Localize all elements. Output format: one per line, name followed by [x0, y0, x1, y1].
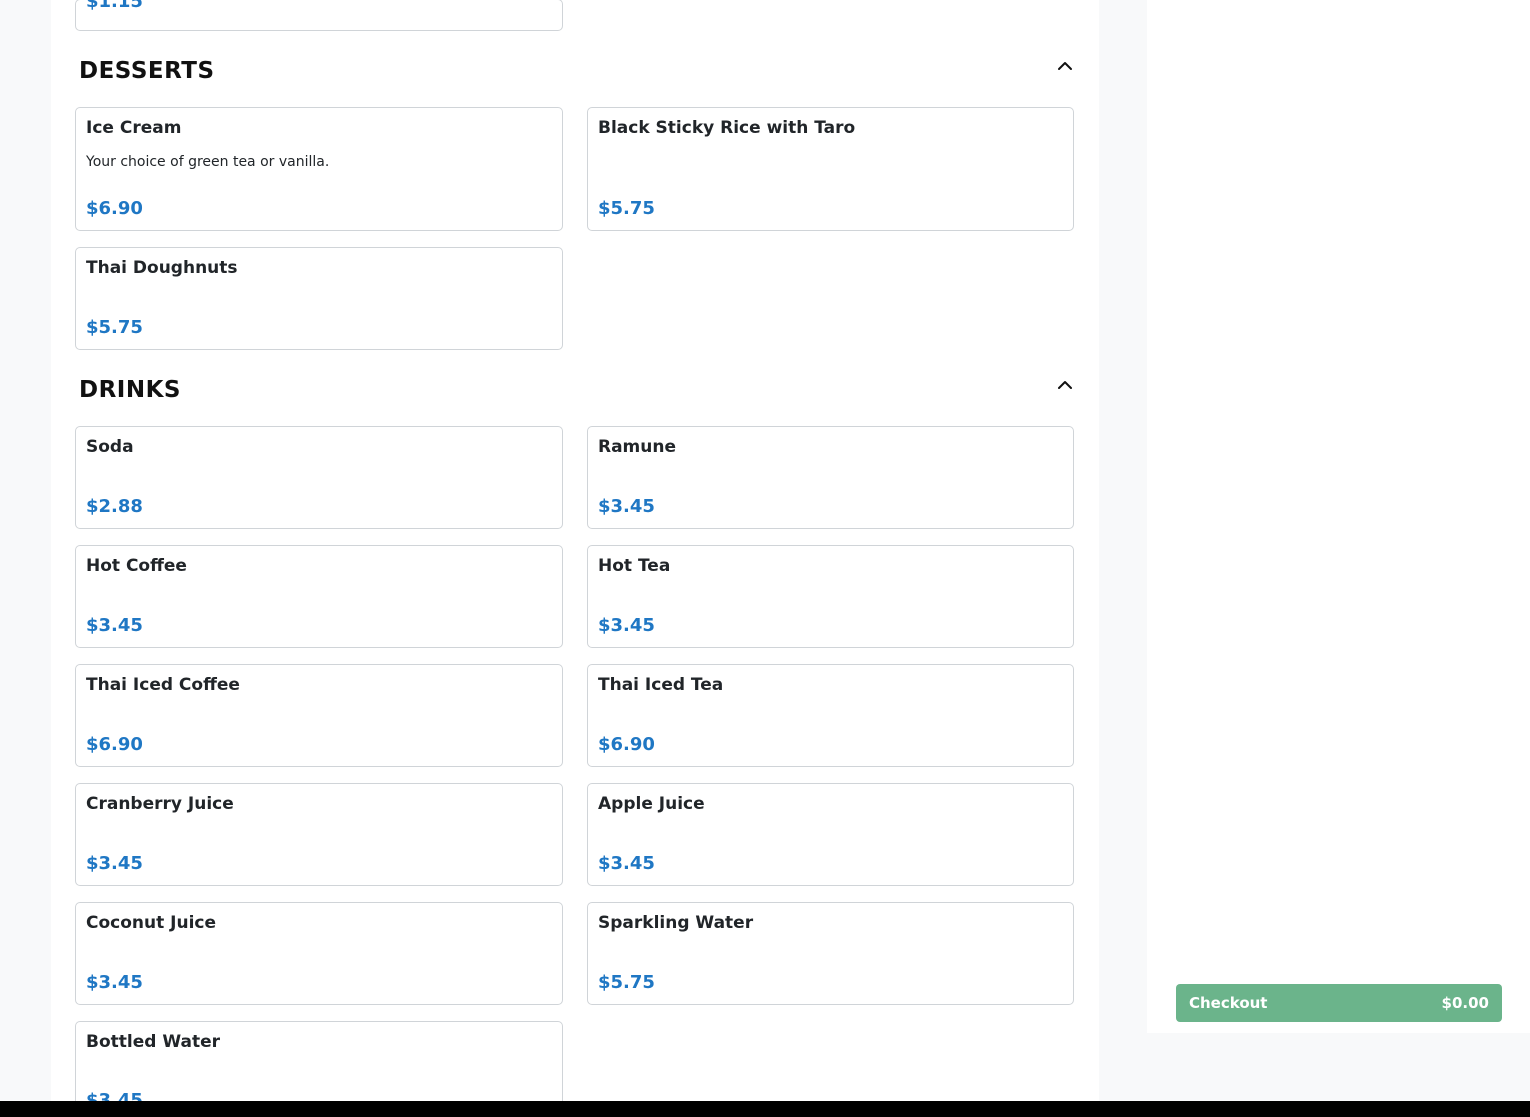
menu-item-name: Thai Iced Tea	[598, 675, 724, 695]
menu-item-name: Hot Coffee	[86, 556, 187, 576]
menu-item-description: Your choice of green tea or vanilla.	[86, 154, 330, 170]
chevron-up-icon[interactable]	[1055, 374, 1075, 394]
cart-total: $0.00	[1441, 994, 1489, 1012]
bottom-bar	[0, 1101, 1530, 1117]
menu-item-price: $1.15	[86, 0, 143, 12]
menu-item-price: $3.45	[598, 496, 655, 517]
menu-item-card[interactable]: Thai Doughnuts $5.75	[75, 247, 563, 350]
menu-item-card[interactable]: Sparkling Water $5.75	[587, 902, 1074, 1005]
menu-item-name: Coconut Juice	[86, 913, 217, 933]
chevron-up-icon[interactable]	[1055, 55, 1075, 75]
section-title-drinks: DRINKS	[79, 377, 181, 403]
menu-item-price: $5.75	[86, 317, 143, 338]
menu-item-card[interactable]: Ramune $3.45	[587, 426, 1074, 529]
menu-item-card[interactable]: Hot Coffee $3.45	[75, 545, 563, 648]
menu-item-name: Soda	[86, 437, 134, 457]
menu-item-name: Ice Cream	[86, 118, 182, 138]
section-title-desserts: DESSERTS	[79, 58, 215, 84]
menu-item-name: Sparkling Water	[598, 913, 754, 933]
menu-item-price: $3.45	[86, 615, 143, 636]
menu-item-price: $2.88	[86, 496, 143, 517]
menu-item-card[interactable]: Hot Tea $3.45	[587, 545, 1074, 648]
menu-item-card[interactable]: Black Sticky Rice with Taro $5.75	[587, 107, 1074, 231]
menu-item-name: Thai Iced Coffee	[86, 675, 240, 695]
menu-item-name: Cranberry Juice	[86, 794, 234, 814]
menu-item-name: Thai Doughnuts	[86, 258, 238, 278]
page: $1.15 DESSERTS Ice Cream Your choice of …	[0, 0, 1530, 1117]
menu-item-card[interactable]: Apple Juice $3.45	[587, 783, 1074, 886]
menu-item-name: Ramune	[598, 437, 677, 457]
menu-item-card[interactable]: $1.15	[75, 0, 563, 31]
menu-item-card[interactable]: Ice Cream Your choice of green tea or va…	[75, 107, 563, 231]
menu-item-price: $3.45	[598, 853, 655, 874]
menu-item-price: $3.45	[598, 615, 655, 636]
menu-item-name: Apple Juice	[598, 794, 705, 814]
menu-item-card[interactable]: Soda $2.88	[75, 426, 563, 529]
menu-item-name: Bottled Water	[86, 1032, 220, 1052]
menu-item-name: Black Sticky Rice with Taro	[598, 118, 856, 138]
menu-item-card[interactable]: Coconut Juice $3.45	[75, 902, 563, 1005]
menu-item-price: $5.75	[598, 198, 655, 219]
menu-item-price: $5.75	[598, 972, 655, 993]
menu-item-card[interactable]: Cranberry Juice $3.45	[75, 783, 563, 886]
checkout-label: Checkout	[1189, 994, 1268, 1012]
menu-item-price: $3.45	[86, 853, 143, 874]
checkout-button[interactable]: Checkout $0.00	[1176, 984, 1502, 1022]
menu-item-card[interactable]: Thai Iced Tea $6.90	[587, 664, 1074, 767]
menu-item-price: $6.90	[598, 734, 655, 755]
menu-item-price: $6.90	[86, 198, 143, 219]
menu-item-price: $6.90	[86, 734, 143, 755]
menu-item-card[interactable]: Thai Iced Coffee $6.90	[75, 664, 563, 767]
cart-panel	[1147, 0, 1530, 1033]
menu-item-name: Hot Tea	[598, 556, 671, 576]
menu-item-price: $3.45	[86, 972, 143, 993]
